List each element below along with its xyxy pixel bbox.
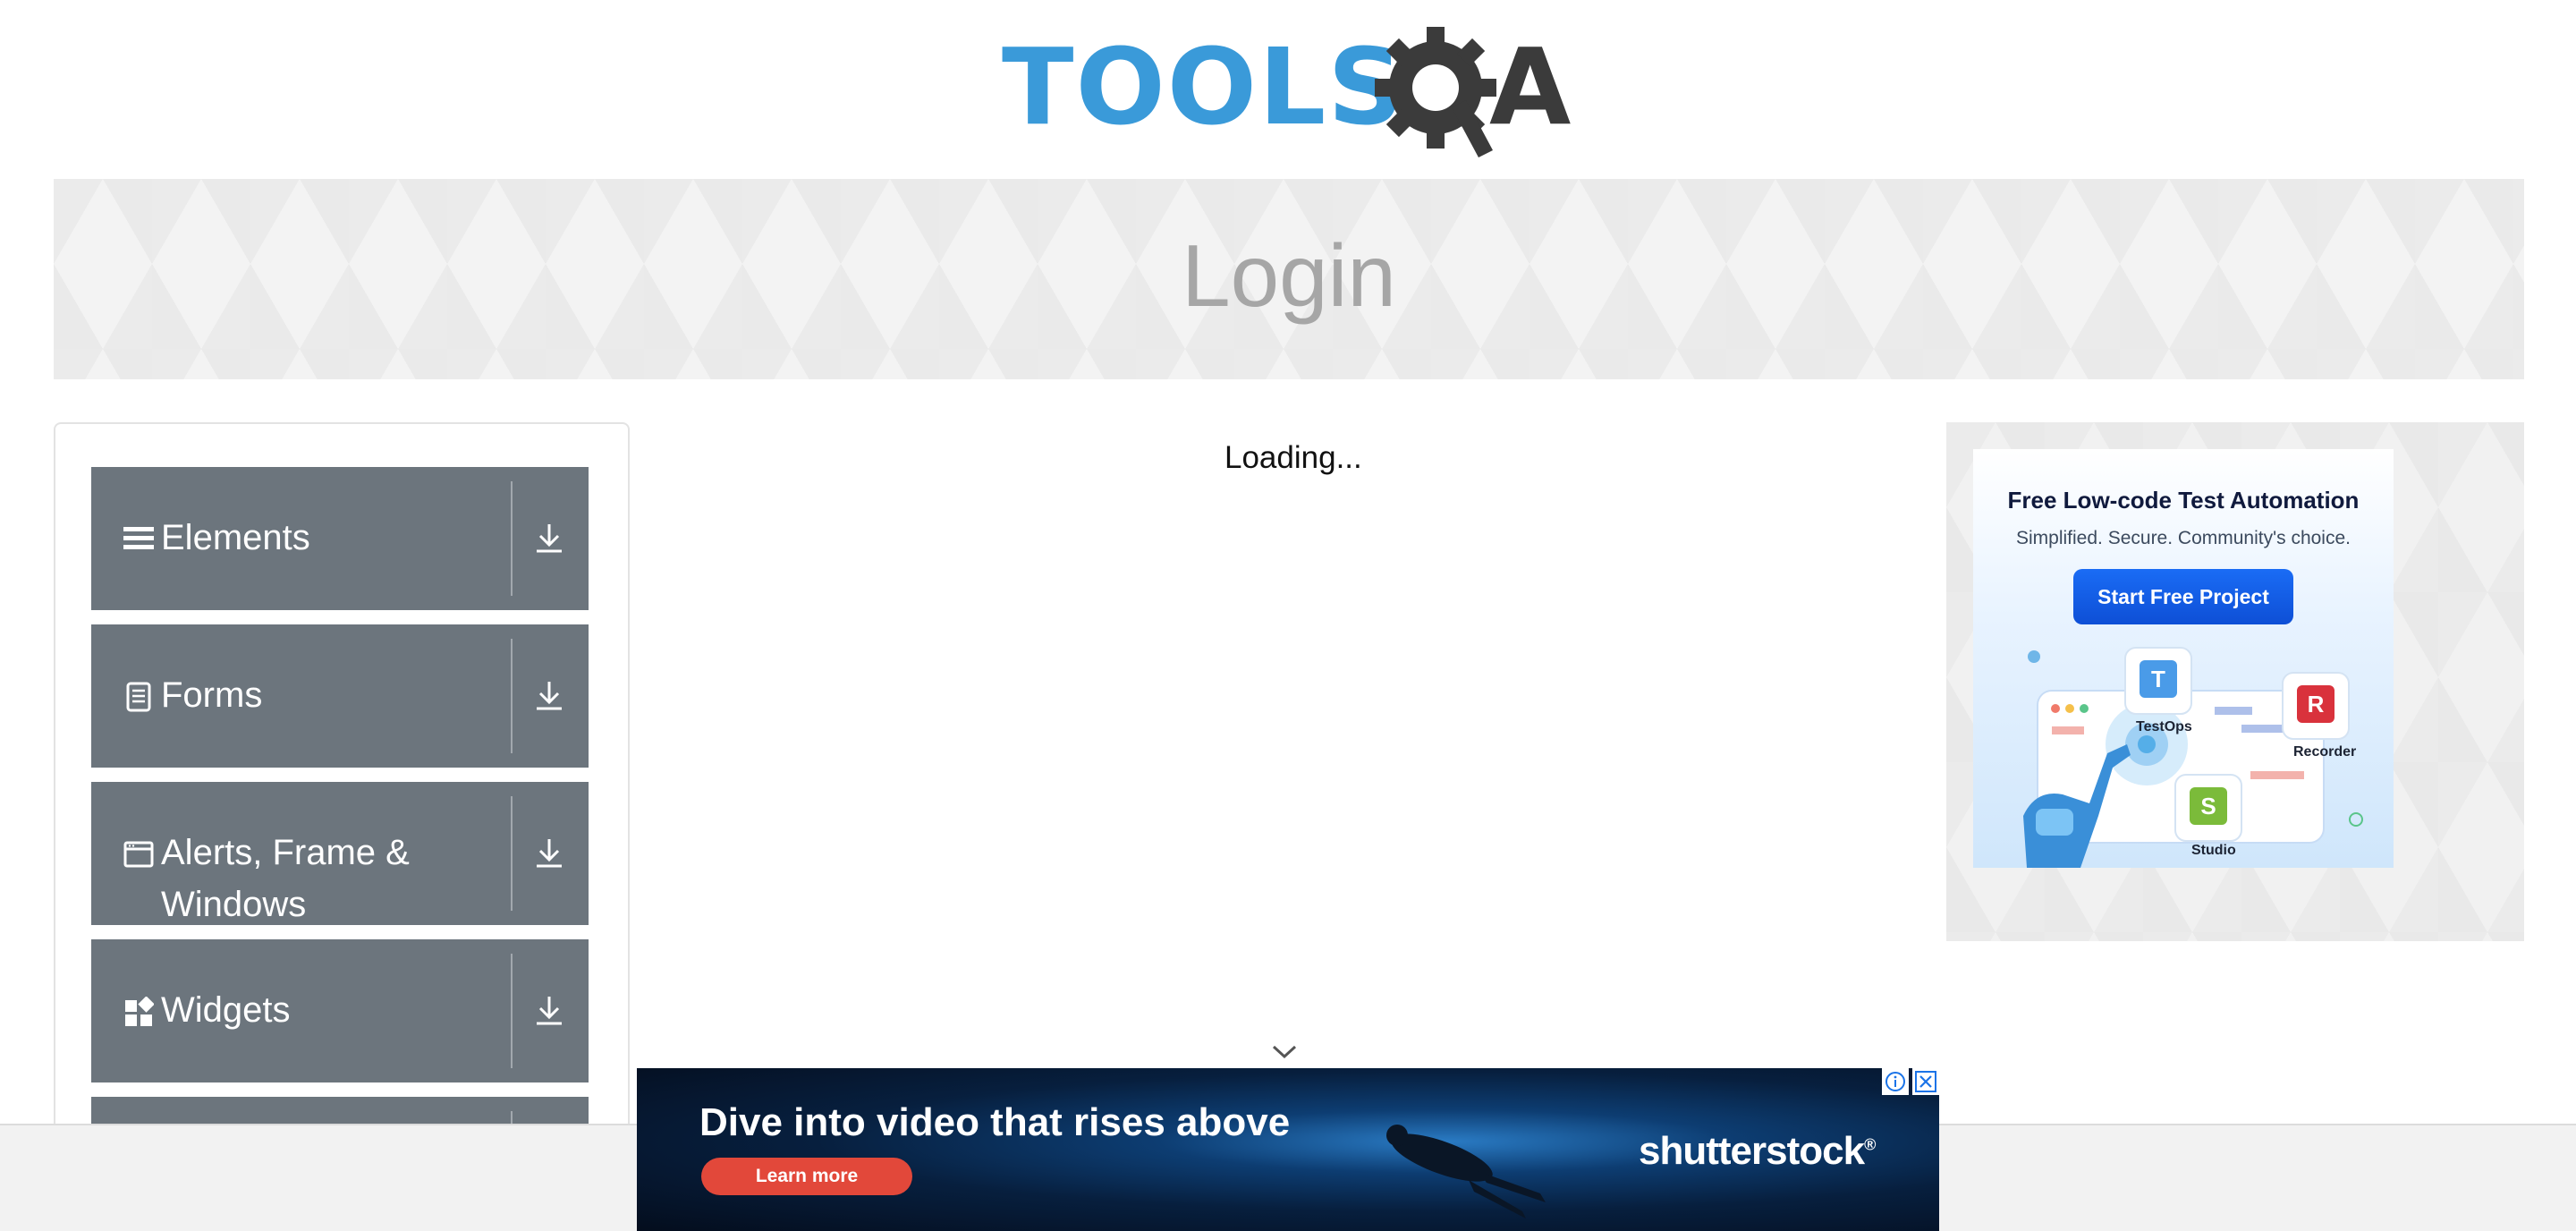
divider <box>511 954 513 1068</box>
widgets-icon <box>125 997 154 1026</box>
sidebar-group-label: Elements <box>161 518 310 557</box>
toolsqa-logo[interactable]: TOOLS A <box>1002 25 1583 164</box>
download-icon[interactable] <box>531 678 567 714</box>
sidebar-group-label: Forms <box>161 675 263 715</box>
diver-image <box>1386 1125 1546 1218</box>
gear-magnifier-icon <box>1375 27 1496 157</box>
sidebar-group-alerts-frame-windows[interactable]: Alerts, Frame & Windows <box>91 782 589 925</box>
download-icon[interactable] <box>531 521 567 556</box>
ad-info-icon[interactable] <box>1882 1068 1909 1095</box>
sidebar-group-elements[interactable]: Elements <box>91 467 589 610</box>
brand-name: shutterstock <box>1639 1129 1865 1173</box>
sidebar-group-widgets[interactable]: Widgets <box>91 939 589 1082</box>
learn-more-button[interactable]: Learn more <box>701 1158 912 1195</box>
list-icon <box>123 527 154 549</box>
download-icon[interactable] <box>531 836 567 871</box>
svg-text:S: S <box>2200 793 2216 819</box>
logo-text: TOOLS <box>1002 25 1406 149</box>
ad-subtitle: Simplified. Secure. Community's choice. <box>2016 528 2351 548</box>
sidebar-menu: Elements Forms Alerts, Frame & Windows W… <box>54 422 630 1156</box>
divider <box>511 481 513 596</box>
product-label-recorder: Recorder <box>2293 744 2357 760</box>
ad-headline: Dive into video that rises above <box>699 1100 1291 1144</box>
divider <box>511 639 513 753</box>
download-icon[interactable] <box>531 993 567 1029</box>
chevron-down-icon[interactable] <box>1270 1043 1299 1061</box>
shutterstock-brand: shutterstock® <box>1639 1129 1876 1174</box>
sidebar-group-label: Widgets <box>161 990 291 1030</box>
page-title: Login <box>1182 226 1396 325</box>
ad-title: Free Low-code Test Automation <box>2007 487 2360 514</box>
ad-controls <box>1882 1068 1939 1095</box>
side-advertisement: Free Low-code Test Automation Simplified… <box>1946 422 2524 941</box>
svg-text:T: T <box>2151 666 2165 692</box>
product-label-testops: TestOps <box>2136 719 2192 734</box>
info-icon <box>1885 1072 1905 1091</box>
katalon-ad-card[interactable]: Free Low-code Test Automation Simplified… <box>1973 449 2394 868</box>
svg-text:R: R <box>2308 691 2325 717</box>
close-icon <box>1915 1071 1936 1092</box>
window-icon <box>123 841 154 868</box>
sidebar-group-forms[interactable]: Forms <box>91 624 589 768</box>
divider <box>511 796 513 911</box>
sidebar-group-label-line2: Windows <box>161 885 307 924</box>
sidebar-group-label-line1: Alerts, Frame & <box>161 833 410 872</box>
bottom-advertisement[interactable]: Dive into video that rises above Learn m… <box>637 1068 1939 1231</box>
brand-mark: ® <box>1864 1135 1876 1154</box>
document-icon <box>126 682 151 712</box>
start-free-project-button[interactable]: Start Free Project <box>2073 569 2293 624</box>
logo-text-suffix: A <box>1489 25 1572 149</box>
page-banner: Login <box>54 179 2524 379</box>
loading-indicator: Loading... <box>1224 440 1362 475</box>
product-label-studio: Studio <box>2191 843 2236 858</box>
site-header: TOOLS A <box>0 0 2576 179</box>
ad-close-button[interactable] <box>1912 1068 1939 1095</box>
